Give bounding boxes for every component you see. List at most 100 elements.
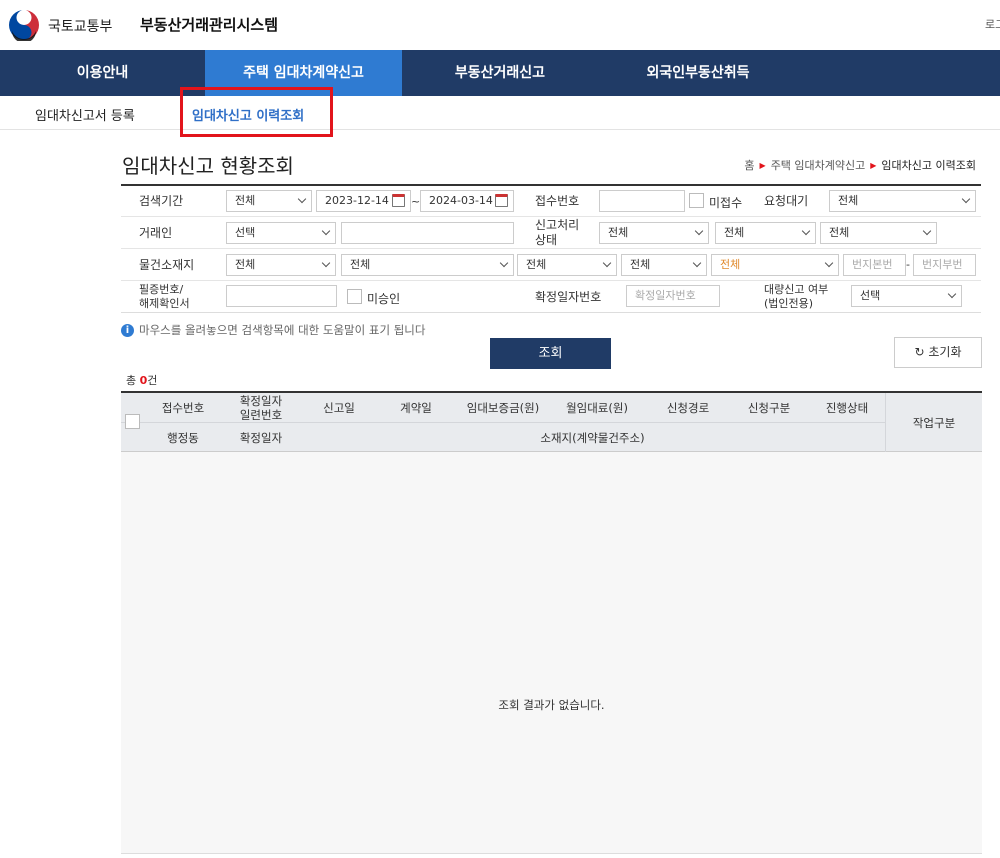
grid-header-divider bbox=[121, 422, 886, 423]
process-select-3[interactable]: 전체 bbox=[820, 222, 937, 244]
sub-nav: 임대차신고서 등록 임대차신고 이력조회 bbox=[0, 96, 1000, 130]
date-from-input[interactable]: 2023-12-14 bbox=[316, 190, 411, 212]
chevron-down-icon bbox=[602, 258, 612, 268]
col-admin-dong[interactable]: 행정동 bbox=[147, 431, 219, 445]
col-monthly-rent[interactable]: 월임대료(원) bbox=[554, 401, 640, 415]
col-confirm-date[interactable]: 확정일자 bbox=[226, 394, 296, 408]
system-title[interactable]: 부동산거래관리시스템 bbox=[140, 14, 278, 35]
process-select-2[interactable]: 전체 bbox=[715, 222, 816, 244]
wait-select[interactable]: 전체 bbox=[829, 190, 976, 212]
help-text: 마우스를 올려놓으면 검색항목에 대한 도움말이 표기 됩니다 bbox=[139, 323, 426, 337]
location-select-dong[interactable]: 전체 bbox=[517, 254, 617, 276]
bulk-select[interactable]: 선택 bbox=[851, 285, 962, 307]
highlight-box bbox=[180, 87, 333, 137]
confirm-number-label: 확정일자번호 bbox=[535, 290, 602, 304]
col-work-type[interactable]: 작업구분 bbox=[886, 416, 982, 430]
gnb-usage-guide[interactable]: 이용안내 bbox=[0, 50, 205, 96]
top-header: 국토교통부 부동산거래관리시스템 로그 bbox=[0, 0, 1000, 50]
help-text-line: i 마우스를 올려놓으면 검색항목에 대한 도움말이 표기 됩니다 bbox=[121, 322, 425, 338]
receipt-label: 접수번호 bbox=[535, 194, 580, 208]
col-deposit[interactable]: 임대보증금(원) bbox=[456, 401, 550, 415]
trader-label: 거래인 bbox=[139, 226, 173, 240]
wait-label: 요청대기 bbox=[764, 194, 809, 208]
trader-input[interactable] bbox=[341, 222, 514, 244]
cert-number-input[interactable] bbox=[226, 285, 337, 307]
col-progress-status[interactable]: 진행상태 bbox=[811, 401, 883, 415]
gnb-foreigner-acquisition[interactable]: 외국인부동산취득 bbox=[598, 50, 798, 96]
date-tilde: ~ bbox=[411, 195, 421, 208]
breadcrumb-home[interactable]: 홈 bbox=[744, 157, 754, 173]
empty-result-message: 조회 결과가 없습니다. bbox=[498, 698, 605, 712]
gnb-real-estate-report[interactable]: 부동산거래신고 bbox=[402, 50, 598, 96]
total-count: 총 0건 bbox=[126, 374, 158, 387]
trader-select[interactable]: 선택 bbox=[226, 222, 336, 244]
location-select-sido[interactable]: 전체 bbox=[226, 254, 336, 276]
process-label-1: 신고처리 bbox=[535, 218, 580, 232]
sub-number-input[interactable]: 번지부번 bbox=[913, 254, 976, 276]
form-divider bbox=[121, 216, 981, 217]
unapproved-label: 미승인 bbox=[367, 292, 401, 306]
result-grid bbox=[121, 391, 982, 854]
process-select-1[interactable]: 전체 bbox=[599, 222, 709, 244]
col-application-route[interactable]: 신청경로 bbox=[652, 401, 724, 415]
form-divider bbox=[121, 280, 981, 281]
col-report-date[interactable]: 신고일 bbox=[304, 401, 374, 415]
chevron-down-icon bbox=[824, 258, 834, 268]
chevron-down-icon bbox=[694, 226, 704, 236]
select-all-checkbox[interactable] bbox=[125, 414, 140, 429]
location-select-ri[interactable]: 전체 bbox=[621, 254, 707, 276]
breadcrumb-current: 임대차신고 이력조회 bbox=[881, 159, 976, 172]
period-select[interactable]: 전체 bbox=[226, 190, 312, 212]
global-nav: 이용안내 주택 임대차계약신고 부동산거래신고 외국인부동산취득 bbox=[0, 50, 1000, 96]
login-link[interactable]: 로그 bbox=[985, 16, 1000, 32]
unreceived-label: 미접수 bbox=[709, 196, 743, 210]
calendar-icon[interactable] bbox=[392, 194, 405, 207]
col-receipt-number[interactable]: 접수번호 bbox=[147, 401, 219, 415]
breadcrumb-arrow-icon: ▶ bbox=[870, 160, 877, 170]
unapproved-checkbox[interactable] bbox=[347, 289, 362, 304]
process-label-2: 상태 bbox=[535, 233, 558, 247]
breadcrumb: 홈 ▶ 주택 임대차계약신고 ▶ 임대차신고 이력조회 bbox=[744, 157, 976, 173]
chevron-down-icon bbox=[692, 258, 702, 268]
cert-label-2: 해제확인서 bbox=[139, 297, 190, 310]
info-icon: i bbox=[121, 323, 134, 337]
reset-button-label: 초기화 bbox=[928, 345, 962, 359]
breadcrumb-arrow-icon: ▶ bbox=[759, 160, 766, 170]
taegeuk-logo-icon bbox=[8, 9, 40, 41]
col-serial-number[interactable]: 일련번호 bbox=[226, 408, 296, 422]
form-divider bbox=[121, 248, 981, 249]
col-confirm-date-2[interactable]: 확정일자 bbox=[226, 431, 296, 445]
refresh-icon: ↻ bbox=[914, 345, 925, 359]
receipt-input[interactable] bbox=[599, 190, 685, 212]
page-title: 임대차신고 현황조회 bbox=[122, 154, 294, 178]
col-address[interactable]: 소재지(계약물건주소) bbox=[300, 431, 885, 445]
chevron-down-icon bbox=[947, 289, 957, 299]
chevron-down-icon bbox=[321, 226, 331, 236]
calendar-icon[interactable] bbox=[495, 194, 508, 207]
chevron-down-icon bbox=[961, 194, 971, 204]
breadcrumb-section[interactable]: 주택 임대차계약신고 bbox=[771, 157, 866, 173]
col-contract-date[interactable]: 계약일 bbox=[380, 401, 452, 415]
unreceived-checkbox[interactable] bbox=[689, 193, 704, 208]
ministry-name[interactable]: 국토교통부 bbox=[48, 16, 112, 36]
chevron-down-icon bbox=[922, 226, 932, 236]
col-application-type[interactable]: 신청구분 bbox=[733, 401, 805, 415]
period-label: 검색기간 bbox=[139, 194, 184, 208]
search-button[interactable]: 조회 bbox=[490, 338, 611, 369]
chevron-down-icon bbox=[297, 194, 307, 204]
location-select-sigungu[interactable]: 전체 bbox=[341, 254, 514, 276]
confirm-number-input[interactable]: 확정일자번호 bbox=[626, 285, 720, 307]
cert-label-1: 필증번호/ bbox=[139, 283, 184, 296]
lnb-lease-register[interactable]: 임대차신고서 등록 bbox=[35, 105, 135, 124]
date-to-input[interactable]: 2024-03-14 bbox=[420, 190, 514, 212]
number-dash: - bbox=[906, 258, 910, 271]
location-label: 물건소재지 bbox=[139, 258, 195, 272]
chevron-down-icon bbox=[499, 258, 509, 268]
main-number-input[interactable]: 번지본번 bbox=[843, 254, 906, 276]
chevron-down-icon bbox=[801, 226, 811, 236]
location-select-type[interactable]: 전체 bbox=[711, 254, 839, 276]
reset-button[interactable]: ↻ 초기화 bbox=[894, 337, 982, 368]
chevron-down-icon bbox=[321, 258, 331, 268]
bulk-label-1: 대량신고 여부 bbox=[764, 283, 829, 296]
bulk-label-2: (법인전용) bbox=[764, 297, 814, 310]
